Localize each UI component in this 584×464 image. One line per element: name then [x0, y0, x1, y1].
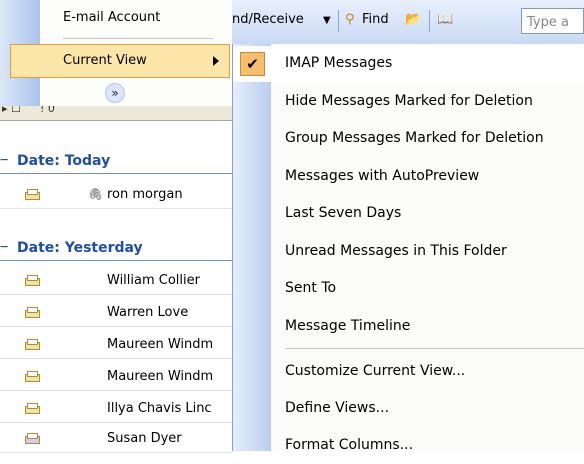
message-sender: Maureen Windm [107, 337, 214, 352]
message-sender: Maureen Windm [107, 369, 214, 384]
attachment-column-icon[interactable]: ! 0 [40, 106, 55, 115]
menu-item-customize-view[interactable]: Customize Current View... [233, 354, 584, 390]
menu-item-label: Messages with AutoPreview [285, 168, 480, 184]
menu-separator [285, 348, 584, 349]
message-row[interactable]: Maureen Windm [0, 334, 232, 359]
menu-item-current-view[interactable]: Current View [10, 44, 230, 78]
menu-item-label: E-mail Account [63, 10, 161, 25]
message-list [0, 80, 232, 451]
double-chevron-down-icon[interactable]: » [105, 83, 125, 103]
menu-item-label: Customize Current View... [285, 363, 466, 379]
message-sender: Susan Dyer [107, 431, 182, 446]
search-box[interactable] [521, 8, 584, 34]
read-envelope-icon [25, 339, 40, 350]
menu-item-hide-marked-deletion[interactable]: Hide Messages Marked for Deletion [233, 84, 584, 120]
group-label: Date: Yesterday [17, 240, 143, 256]
group-label: Date: Today [17, 153, 111, 169]
read-envelope-icon [25, 189, 40, 200]
toolbar-separator [429, 10, 430, 32]
menu-item-unread-messages[interactable]: Unread Messages in This Folder [233, 234, 584, 270]
menu-item-label: Sent To [285, 280, 337, 296]
checkmark-icon: ✔ [240, 52, 265, 76]
submenu-arrow-icon [213, 56, 219, 66]
collapse-icon[interactable]: − [0, 153, 10, 167]
group-header-yesterday[interactable]: − Date: Yesterday [0, 238, 232, 261]
message-row[interactable]: Maureen Windm [0, 366, 232, 391]
message-row[interactable]: Susan Dyer [0, 428, 232, 453]
toolbar-separator [338, 10, 339, 32]
search-input[interactable] [525, 10, 584, 34]
menu-item-last-seven-days[interactable]: Last Seven Days [233, 196, 584, 232]
view-menu: E-mail Account Current View » [0, 0, 232, 106]
message-row[interactable]: Illya Chavis Linc [0, 398, 232, 423]
chevron-down-icon[interactable]: ▼ [323, 15, 331, 26]
menu-item-imap-messages[interactable]: ✔ IMAP Messages [233, 46, 584, 82]
read-envelope-icon [25, 275, 40, 286]
column-header-bar[interactable]: ▸ ☐ ! 0 [0, 106, 232, 121]
menu-item-format-columns[interactable]: Format Columns... [233, 428, 584, 464]
menu-item-email-account[interactable]: E-mail Account [0, 5, 232, 31]
menu-item-label: Unread Messages in This Folder [285, 243, 507, 259]
read-envelope-icon [25, 433, 40, 444]
send-receive-button[interactable]: nd/Receive [232, 12, 304, 27]
attachment-icon: 🖇 [88, 187, 104, 201]
message-sender: ron morgan [107, 187, 183, 202]
menu-separator [63, 38, 213, 39]
message-row[interactable]: William Collier [0, 270, 232, 295]
menu-item-label: Define Views... [285, 400, 390, 416]
menu-item-group-marked-deletion[interactable]: Group Messages Marked for Deletion [233, 121, 584, 157]
menu-item-sent-to[interactable]: Sent To [233, 271, 584, 307]
address-book-icon[interactable]: 📖 [437, 12, 453, 27]
menu-item-label: Last Seven Days [285, 205, 402, 221]
menu-item-label: Message Timeline [285, 318, 411, 334]
menu-item-define-views[interactable]: Define Views... [233, 391, 584, 427]
read-envelope-icon [25, 403, 40, 414]
message-row[interactable]: 🖇 ron morgan [0, 184, 232, 209]
collapse-icon[interactable]: − [0, 240, 10, 254]
message-sender: William Collier [107, 273, 200, 288]
menu-item-autopreview[interactable]: Messages with AutoPreview [233, 159, 584, 195]
menu-item-label: Current View [63, 53, 147, 68]
read-envelope-icon [25, 307, 40, 318]
find-button[interactable]: Find [362, 12, 389, 27]
find-icon[interactable]: ⚲ [345, 12, 355, 27]
message-sender: Warren Love [107, 305, 189, 320]
menu-item-message-timeline[interactable]: Message Timeline [233, 309, 584, 345]
menu-item-label: Hide Messages Marked for Deletion [285, 93, 533, 109]
message-row[interactable]: Warren Love [0, 302, 232, 327]
current-view-submenu: ✔ IMAP Messages Hide Messages Marked for… [232, 44, 584, 453]
read-envelope-icon [25, 371, 40, 382]
group-header-today[interactable]: − Date: Today [0, 151, 232, 174]
menu-item-label: Group Messages Marked for Deletion [285, 130, 544, 146]
message-sender: Illya Chavis Linc [107, 401, 212, 416]
importance-column-icon[interactable]: ▸ ☐ [2, 106, 21, 115]
menu-item-label: IMAP Messages [285, 55, 393, 71]
folder-open-icon[interactable]: 📂 [405, 12, 421, 27]
